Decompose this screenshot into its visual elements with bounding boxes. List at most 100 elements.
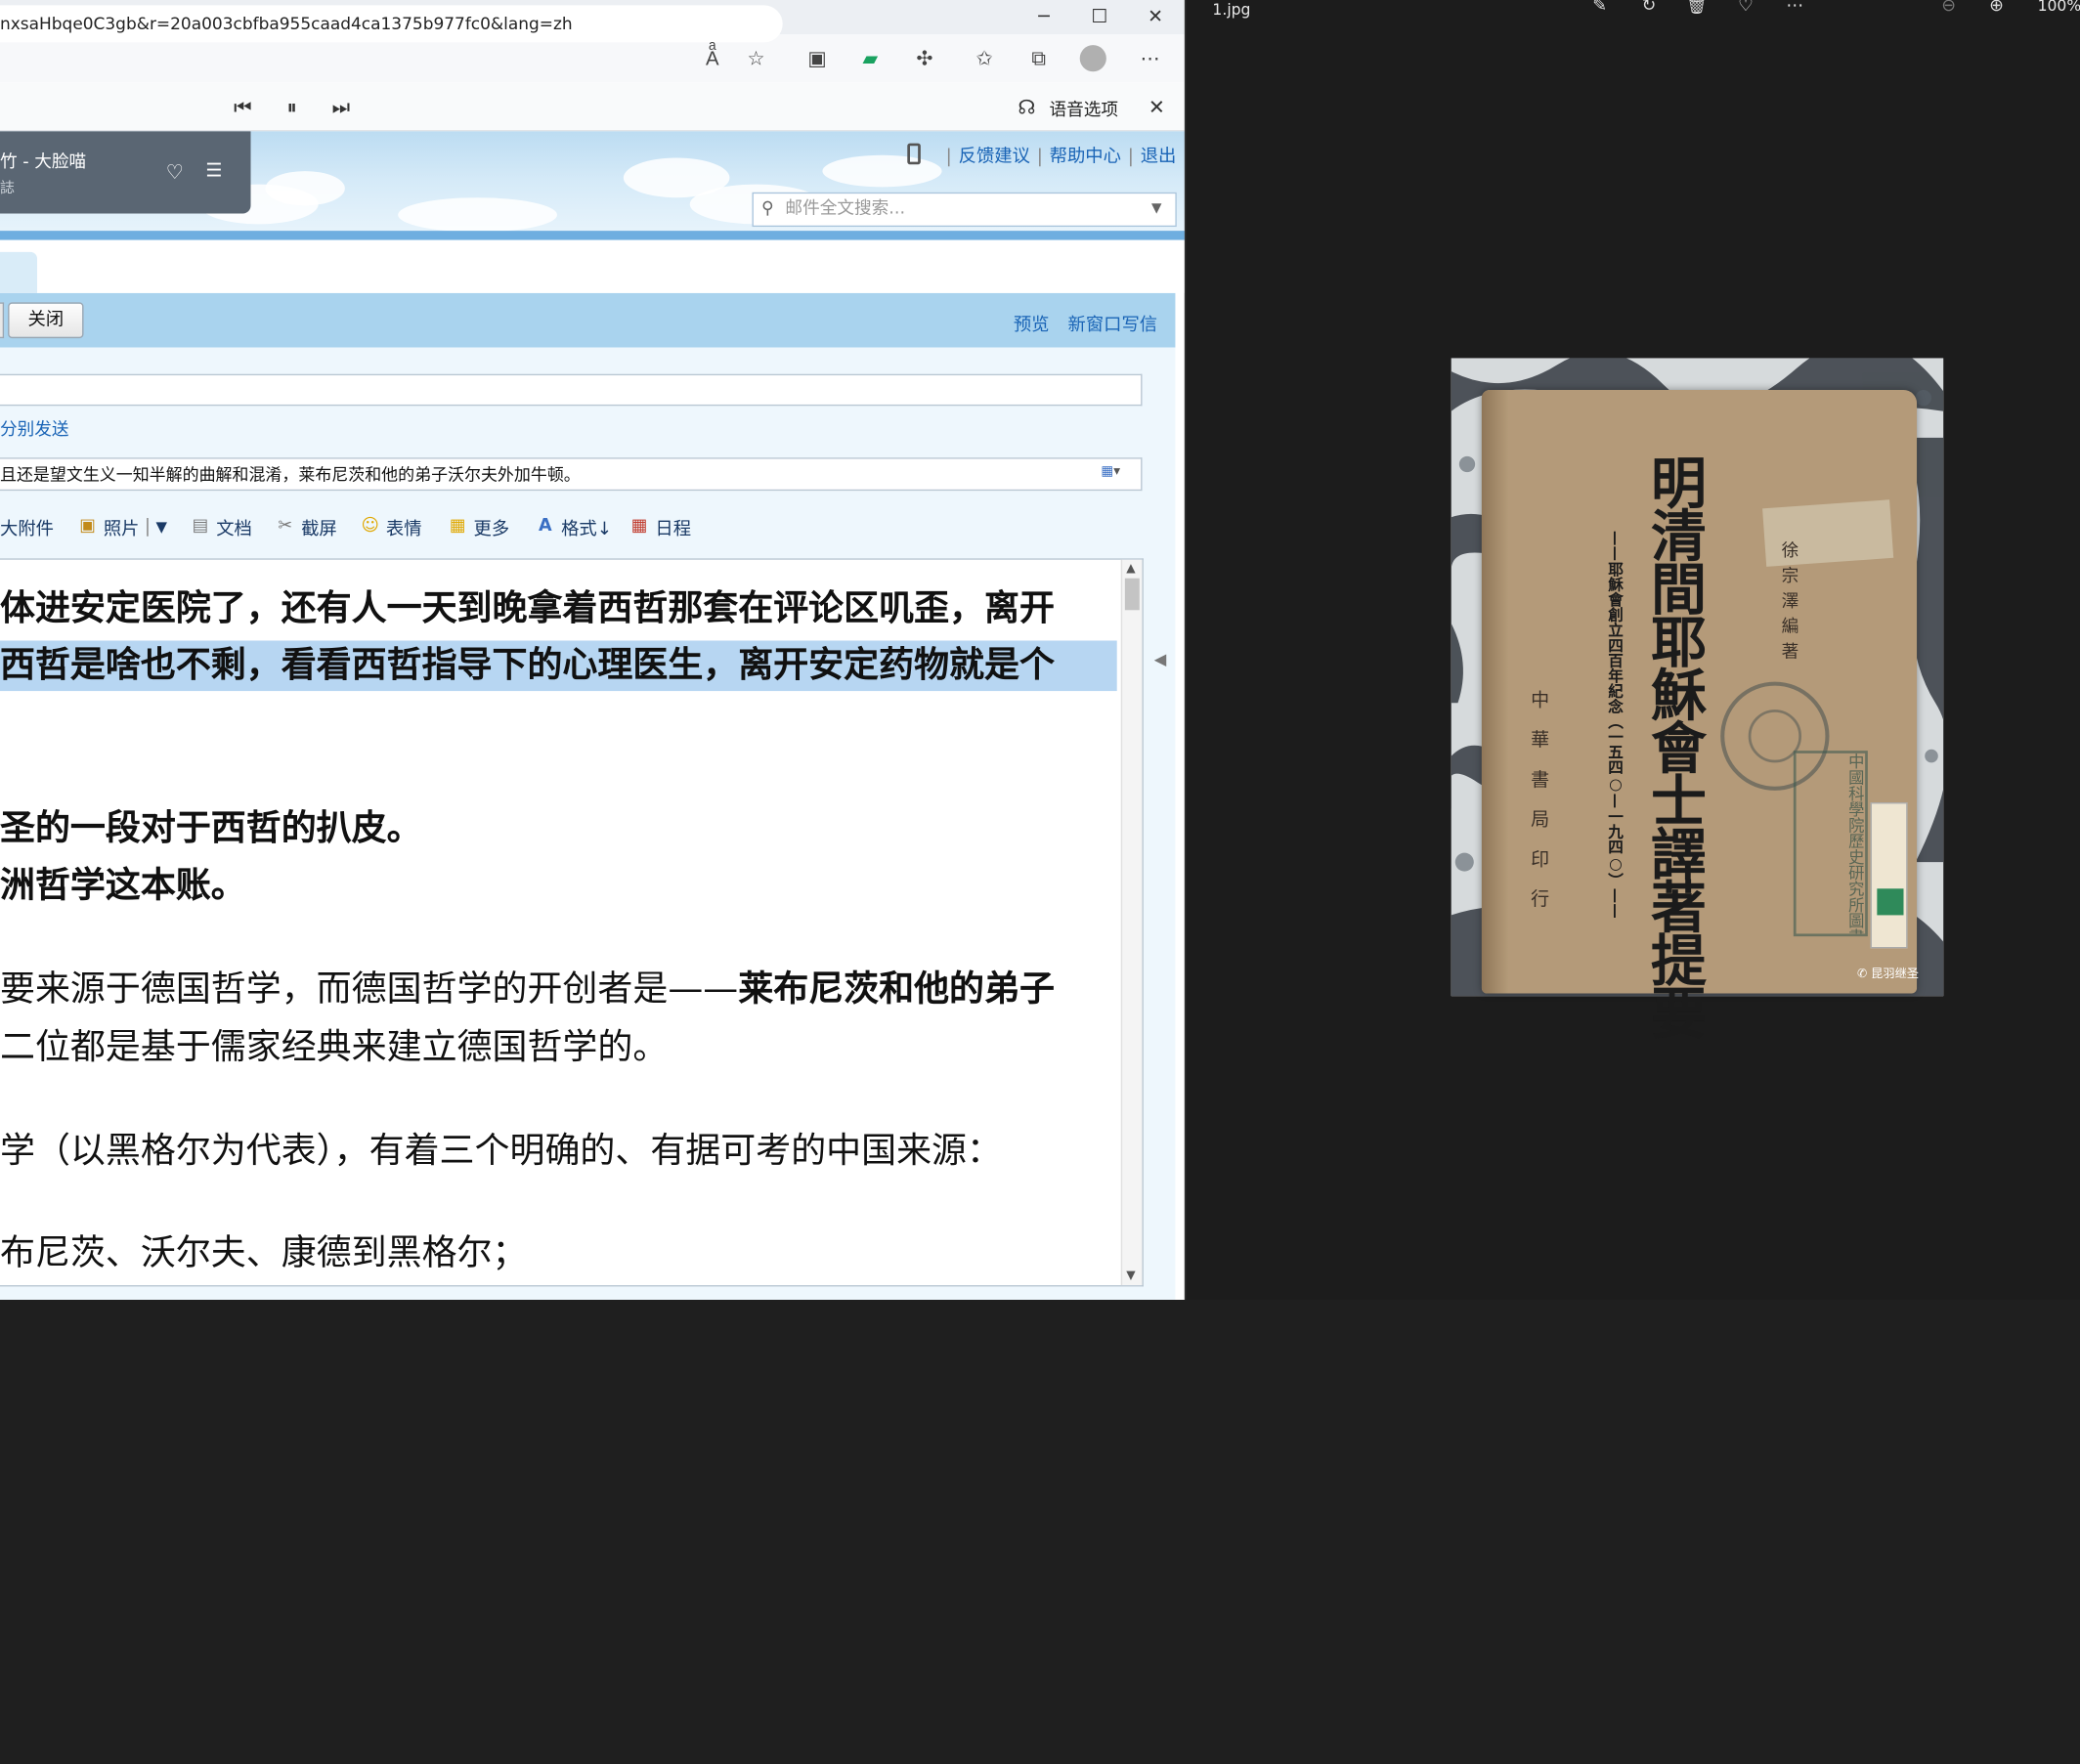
mail-search-input[interactable]: ⚲ 邮件全文搜索... ▼ (752, 192, 1177, 228)
schedule-button[interactable]: ▦ 日程 (628, 513, 691, 539)
subject-field[interactable]: 且还是望文生义一知半解的曲解和混淆，莱布尼茨和他的弟子沃尔夫外加牛顿。 (0, 457, 1143, 492)
delete-icon[interactable]: 🗑 (1683, 0, 1710, 20)
logout-link[interactable]: 退出 (1141, 146, 1177, 167)
top-links: | 反馈建议 | 帮助中心 | 退出 (945, 146, 1177, 167)
voice-options-button[interactable]: 语音选项 (1049, 96, 1118, 120)
send-separately-link[interactable]: 分别发送 (0, 415, 69, 440)
next-icon[interactable]: ⏭ (326, 93, 356, 122)
edit-image-icon[interactable]: ✎ (1586, 0, 1613, 20)
book-subtitle: ——耶穌會創立四百年紀念（一五四○—一九四○）—— (1606, 530, 1625, 919)
screenshot-label: 截屏 (301, 518, 337, 540)
body-line-7: 学（以黑格尔为代表），有着三个明确的、有据可考的中国来源： (0, 1130, 1002, 1172)
photo-dropdown-icon[interactable]: ▼ (156, 518, 167, 536)
music-title: 竹 - 大脸喵 (0, 152, 87, 173)
zoom-out-icon[interactable]: ⊖ (1935, 0, 1962, 20)
body-line-3: 圣的一段对于西哲的扒皮。 (0, 807, 422, 849)
body-line-5-text: 要来源于德国哲学，而德国哲学的开创者是—— (0, 968, 739, 1010)
profile-avatar-icon[interactable] (1078, 44, 1107, 73)
extension-green-icon[interactable]: ▰ (855, 44, 885, 73)
read-aloud-bar (0, 82, 1185, 132)
format-button[interactable]: A 格式↓ (535, 513, 612, 539)
watermark-text: 昆羽继圣 (1871, 968, 1920, 982)
more-menu-icon[interactable]: ⋯ (1136, 44, 1165, 73)
compose-toolbar (0, 292, 1176, 348)
more-options-icon[interactable]: ⋯ (1782, 0, 1808, 20)
playlist-icon[interactable]: ☰ (205, 160, 222, 182)
document-icon: ▤ (192, 515, 209, 537)
photo-icon: ▣ (79, 515, 96, 537)
send-button-edge[interactable] (0, 302, 5, 339)
preview-link[interactable]: 预览 (1014, 309, 1050, 336)
maximize-button[interactable]: ☐ (1073, 0, 1126, 34)
body-line-4: 洲哲学这本账。 (0, 864, 246, 906)
wechat-icon: ✆ (1856, 968, 1868, 982)
help-center-link[interactable]: 帮助中心 (1050, 146, 1121, 167)
search-icon: ⚲ (760, 198, 774, 219)
subject-text: 且还是望文生义一知半解的曲解和混淆，莱布尼茨和他的弟子沃尔夫外加牛顿。 (0, 463, 581, 485)
recipient-field[interactable] (0, 373, 1143, 407)
more-button[interactable]: ▦ 更多 (447, 513, 509, 539)
music-subtitle: 誌 (0, 179, 15, 196)
new-window-link[interactable]: 新窗口写信 (1067, 309, 1157, 336)
search-placeholder: 邮件全文搜索... (785, 198, 906, 219)
schedule-label: 日程 (655, 518, 692, 540)
voice-options-icon[interactable]: ☊ (1012, 93, 1041, 122)
document-button[interactable]: ▤ 文档 (190, 513, 252, 539)
header-strip (0, 231, 1185, 240)
url-text: nxsaHbqe0C3gb&r=20a003cbfba955caad4ca137… (0, 13, 573, 33)
library-label (1870, 802, 1908, 949)
collapse-sidebar-icon[interactable]: ◀ (1154, 650, 1167, 668)
previous-icon[interactable]: ⏮ (228, 93, 257, 122)
read-aloud-icon[interactable]: Aͣ (698, 44, 727, 73)
screenshot-button[interactable]: ✂ 截屏 (275, 513, 337, 540)
font-a-icon: A (538, 515, 552, 537)
scissors-icon: ✂ (278, 515, 293, 537)
close-read-aloud-icon[interactable]: ✕ (1142, 93, 1171, 122)
collections-icon[interactable]: ⧉ (1024, 44, 1054, 73)
big-attachment-button[interactable]: 大附件 (0, 513, 54, 540)
active-tab[interactable] (0, 251, 37, 293)
body-line-6: 二位都是基于儒家经典来建立德国哲学的。 (0, 1026, 669, 1068)
address-bar[interactable]: nxsaHbqe0C3gb&r=20a003cbfba955caad4ca137… (0, 5, 783, 43)
rotate-icon[interactable]: ↻ (1635, 0, 1662, 20)
extension-icon[interactable]: ▣ (802, 44, 832, 73)
more-label: 更多 (473, 518, 510, 540)
scrollbar-thumb[interactable] (1124, 578, 1140, 611)
favorites-icon[interactable]: ✩ (970, 44, 999, 73)
body-line-5-bold: 莱布尼茨和他的弟子 (738, 968, 1055, 1010)
close-button[interactable]: 关闭 (8, 302, 84, 339)
library-stamp: 中國科學院歷史研究所圖書館藏書 (1793, 751, 1868, 937)
emoji-label: 表情 (385, 518, 422, 540)
photo-label: 照片 (103, 518, 140, 540)
heart-icon[interactable]: ♡ (166, 160, 184, 184)
body-line-8: 布尼茨、沃尔夫、康德到黑格尔； (0, 1231, 528, 1273)
book-spine (1481, 389, 1509, 994)
subject-color-picker-icon[interactable]: ▦▾ (1101, 464, 1130, 483)
photo-button[interactable]: ▣ 照片 | ▼ (77, 513, 167, 539)
browser-window: ─ ☐ ✕ nxsaHbqe0C3gb&r=20a003cbfba955caad… (0, 0, 1185, 1300)
scroll-down-icon[interactable]: ▼ (1126, 1269, 1135, 1283)
grid-icon: ▦ (449, 515, 466, 537)
emoji-button[interactable]: ☺ 表情 (360, 513, 422, 540)
book-title: 明清間耶穌會士譯著提要 (1642, 453, 1708, 1038)
feedback-link[interactable]: 反馈建议 (959, 146, 1030, 167)
file-name: 1.jpg (1212, 0, 1251, 19)
search-dropdown-icon[interactable]: ▼ (1151, 194, 1161, 226)
editor-scrollbar[interactable] (1120, 559, 1143, 1286)
body-line-1: 体进安定医院了，还有人一天到晚拿着西哲那套在评论区叽歪，离开 (0, 587, 1055, 629)
body-line-5: 要来源于德国哲学，而德国哲学的开创者是——莱布尼茨和他的弟子 (0, 966, 1055, 1013)
favorite-heart-icon[interactable]: ♡ (1732, 0, 1758, 20)
big-attachment-label: 大附件 (0, 518, 54, 540)
music-card: 竹 - 大脸喵 誌 ♡ ☰ (0, 131, 251, 214)
document-label: 文档 (216, 518, 252, 540)
scroll-up-icon[interactable]: ▲ (1126, 562, 1135, 576)
minimize-button[interactable]: ─ (1018, 0, 1070, 34)
book-publisher: 中華書局印行 (1528, 689, 1550, 928)
add-favorite-icon[interactable]: ☆ (742, 44, 771, 73)
calendar-icon: ▦ (630, 515, 648, 537)
pause-icon[interactable]: ⏸ (278, 93, 307, 122)
extensions-puzzle-icon[interactable]: ✣ (910, 44, 939, 73)
close-window-button[interactable]: ✕ (1129, 0, 1182, 34)
body-line-2: 西哲是啥也不剩，看看西哲指导下的心理医生，离开安定药物就是个 (0, 644, 1055, 686)
zoom-in-icon[interactable]: ⊕ (1983, 0, 2010, 20)
